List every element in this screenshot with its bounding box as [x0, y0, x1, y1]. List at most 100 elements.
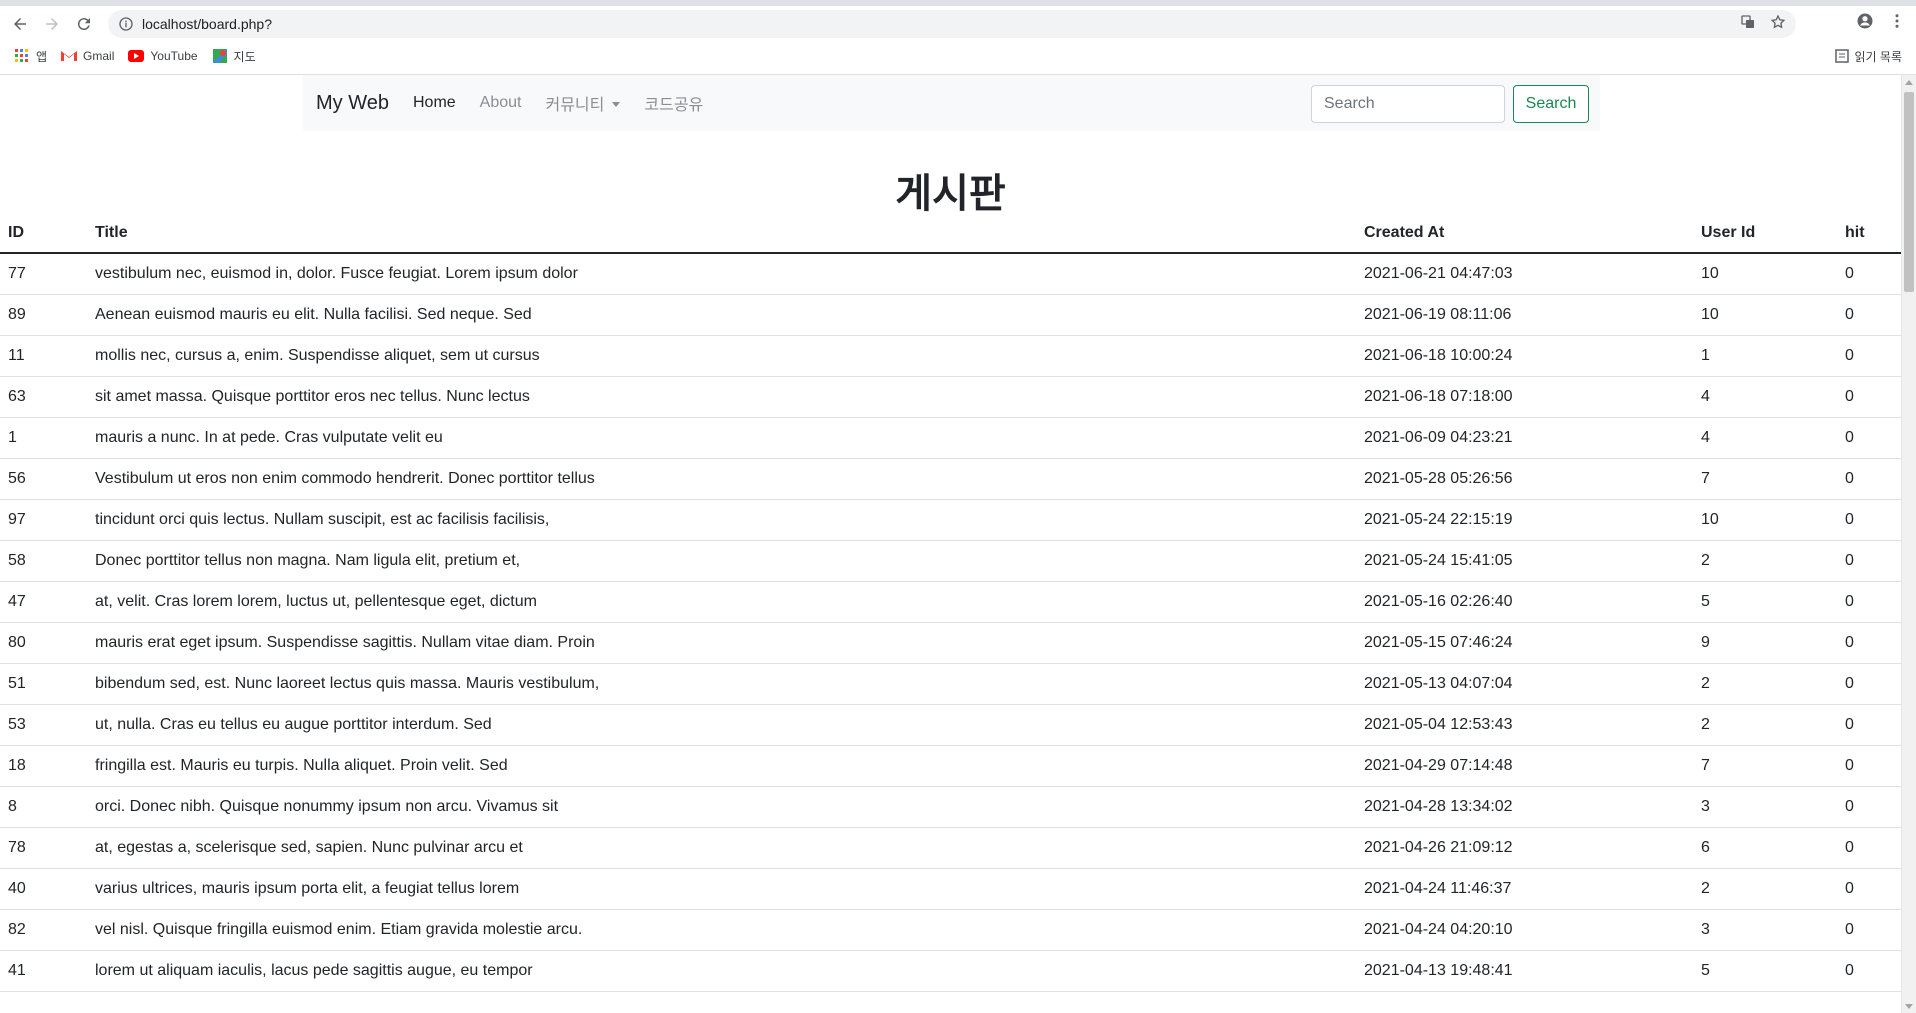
translate-icon[interactable] — [1740, 14, 1756, 30]
cell-id: 89 — [0, 294, 87, 336]
table-row[interactable]: 53 ut, nulla. Cras eu tellus eu augue por… — [0, 704, 1901, 746]
star-icon[interactable] — [1770, 14, 1786, 30]
cell-created-at: 2021-06-09 04:23:21 — [1356, 417, 1693, 459]
reading-list-button[interactable]: 읽기 목록 — [1834, 44, 1903, 68]
reload-icon[interactable] — [72, 12, 96, 36]
nav-about-link[interactable]: About — [480, 94, 522, 112]
column-header-hit: hit — [1837, 213, 1901, 254]
cell-hit: 0 — [1837, 745, 1901, 787]
cell-title[interactable]: vel nisl. Quisque fringilla euismod enim… — [87, 909, 1356, 951]
cell-hit: 0 — [1837, 950, 1901, 992]
scrollbar-thumb[interactable] — [1904, 92, 1914, 292]
reading-list-label: 읽기 목록 — [1854, 49, 1903, 64]
cell-created-at: 2021-05-13 04:07:04 — [1356, 663, 1693, 705]
bookmark-gmail[interactable]: Gmail — [61, 48, 114, 64]
table-row[interactable]: 51 bibendum sed, est. Nunc laoreet lectus… — [0, 663, 1901, 705]
cell-id: 63 — [0, 376, 87, 418]
bookmark-youtube[interactable]: YouTube — [128, 48, 198, 64]
cell-user-id: 10 — [1693, 253, 1837, 295]
profile-icon[interactable] — [1856, 12, 1874, 30]
cell-user-id: 3 — [1693, 786, 1837, 828]
search-input[interactable] — [1311, 85, 1505, 123]
cell-hit: 0 — [1837, 458, 1901, 500]
vertical-scrollbar[interactable] — [1901, 75, 1916, 1013]
table-row[interactable]: 56 Vestibulum ut eros non enim commodo he… — [0, 458, 1901, 500]
table-row[interactable]: 97 tincidunt orci quis lectus. Nullam sus… — [0, 499, 1901, 541]
back-arrow-icon[interactable] — [8, 12, 32, 36]
cell-title[interactable]: bibendum sed, est. Nunc laoreet lectus q… — [87, 663, 1356, 705]
cell-title[interactable]: orci. Donec nibh. Quisque nonummy ipsum … — [87, 786, 1356, 828]
cell-title[interactable]: sit amet massa. Quisque porttitor eros n… — [87, 376, 1356, 418]
address-bar[interactable]: localhost/board.php? — [108, 10, 1796, 38]
table-row[interactable]: 40 varius ultrices, mauris ipsum porta el… — [0, 868, 1901, 910]
cell-hit: 0 — [1837, 622, 1901, 664]
table-row[interactable]: 1 mauris a nunc. In at pede. Cras vulputa… — [0, 417, 1901, 459]
search-button[interactable]: Search — [1513, 85, 1589, 123]
cell-title[interactable]: mollis nec, cursus a, enim. Suspendisse … — [87, 335, 1356, 377]
cell-id: 51 — [0, 663, 87, 705]
cell-id: 77 — [0, 253, 87, 295]
table-row[interactable]: 11 mollis nec, cursus a, enim. Suspendiss… — [0, 335, 1901, 377]
table-row[interactable]: 8 orci. Donec nibh. Quisque nonummy ipsum… — [0, 786, 1901, 828]
column-header-created-at: Created At — [1356, 213, 1693, 254]
cell-hit: 0 — [1837, 335, 1901, 377]
cell-title[interactable]: lorem ut aliquam iaculis, lacus pede sag… — [87, 950, 1356, 992]
cell-title[interactable]: vestibulum nec, euismod in, dolor. Fusce… — [87, 253, 1356, 295]
cell-created-at: 2021-05-16 02:26:40 — [1356, 581, 1693, 623]
nav-code-share-link[interactable]: 코드공유 — [644, 91, 703, 115]
forward-arrow-icon[interactable] — [40, 12, 64, 36]
bookmark-maps[interactable]: 지도 — [212, 48, 256, 65]
cell-title[interactable]: Vestibulum ut eros non enim commodo hend… — [87, 458, 1356, 500]
nav-home-link[interactable]: Home — [413, 94, 456, 112]
bookmark-label: YouTube — [150, 49, 198, 63]
cell-hit: 0 — [1837, 417, 1901, 459]
brand-link[interactable]: My Web — [316, 92, 389, 115]
cell-title[interactable]: ut, nulla. Cras eu tellus eu augue portt… — [87, 704, 1356, 746]
table-header-row: ID Title Created At User Id hit — [0, 213, 1901, 254]
cell-title[interactable]: mauris a nunc. In at pede. Cras vulputat… — [87, 417, 1356, 459]
table-row[interactable]: 41 lorem ut aliquam iaculis, lacus pede s… — [0, 950, 1901, 992]
cell-title[interactable]: Aenean euismod mauris eu elit. Nulla fac… — [87, 294, 1356, 336]
menu-dots-icon[interactable] — [1888, 12, 1906, 30]
nav-community-dropdown[interactable]: 커뮤니티 — [545, 91, 621, 115]
info-icon[interactable] — [118, 16, 134, 32]
bookmark-apps[interactable]: 앱 — [14, 48, 47, 65]
table-row[interactable]: 77 vestibulum nec, euismod in, dolor. Fus… — [0, 253, 1901, 295]
cell-id: 58 — [0, 540, 87, 582]
table-body: 77 vestibulum nec, euismod in, dolor. Fus… — [0, 253, 1901, 992]
cell-created-at: 2021-04-29 07:14:48 — [1356, 745, 1693, 787]
table-row[interactable]: 47 at, velit. Cras lorem lorem, luctus ut… — [0, 581, 1901, 623]
cell-title[interactable]: mauris erat eget ipsum. Suspendisse sagi… — [87, 622, 1356, 664]
cell-id: 18 — [0, 745, 87, 787]
maps-icon — [212, 48, 228, 64]
cell-title[interactable]: at, egestas a, scelerisque sed, sapien. … — [87, 827, 1356, 869]
table-row[interactable]: 80 mauris erat eget ipsum. Suspendisse sa… — [0, 622, 1901, 664]
scroll-down-arrow-icon[interactable] — [1905, 1004, 1913, 1009]
cell-created-at: 2021-06-19 08:11:06 — [1356, 294, 1693, 336]
cell-title[interactable]: fringilla est. Mauris eu turpis. Nulla a… — [87, 745, 1356, 787]
cell-id: 78 — [0, 827, 87, 869]
cell-title[interactable]: Donec porttitor tellus non magna. Nam li… — [87, 540, 1356, 582]
table-row[interactable]: 18 fringilla est. Mauris eu turpis. Nulla… — [0, 745, 1901, 787]
table-row[interactable]: 58 Donec porttitor tellus non magna. Nam … — [0, 540, 1901, 582]
cell-user-id: 10 — [1693, 499, 1837, 541]
cell-title[interactable]: at, velit. Cras lorem lorem, luctus ut, … — [87, 581, 1356, 623]
column-header-title: Title — [87, 213, 1356, 254]
cell-title[interactable]: tincidunt orci quis lectus. Nullam susci… — [87, 499, 1356, 541]
cell-created-at: 2021-05-24 15:41:05 — [1356, 540, 1693, 582]
table-row[interactable]: 82 vel nisl. Quisque fringilla euismod en… — [0, 909, 1901, 951]
cell-hit: 0 — [1837, 499, 1901, 541]
caret-down-icon — [612, 102, 621, 107]
cell-hit: 0 — [1837, 827, 1901, 869]
table-row[interactable]: 63 sit amet massa. Quisque porttitor eros… — [0, 376, 1901, 418]
table-row[interactable]: 78 at, egestas a, scelerisque sed, sapien… — [0, 827, 1901, 869]
cell-title[interactable]: varius ultrices, mauris ipsum porta elit… — [87, 868, 1356, 910]
board-table: ID Title Created At User Id hit 77 vestib… — [0, 213, 1901, 992]
cell-hit: 0 — [1837, 581, 1901, 623]
gmail-icon — [61, 48, 78, 64]
cell-hit: 0 — [1837, 704, 1901, 746]
scroll-up-arrow-icon[interactable] — [1905, 80, 1913, 85]
bookmark-label: 앱 — [36, 49, 48, 64]
cell-id: 1 — [0, 417, 87, 459]
table-row[interactable]: 89 Aenean euismod mauris eu elit. Nulla f… — [0, 294, 1901, 336]
